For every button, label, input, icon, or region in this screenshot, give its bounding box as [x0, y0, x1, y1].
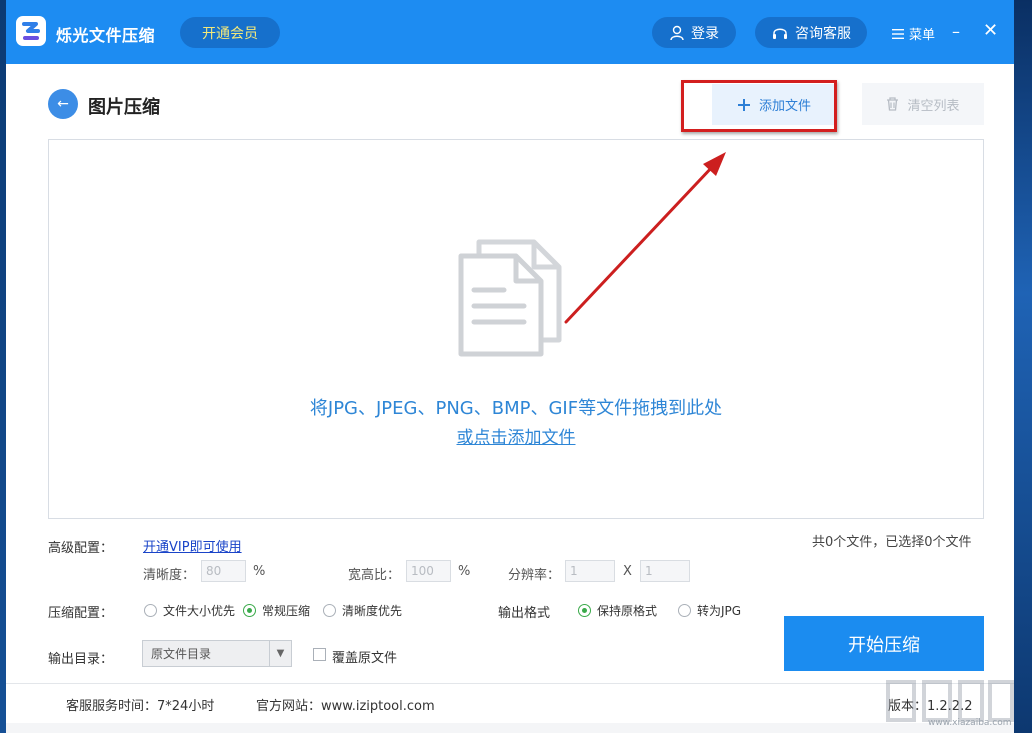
- title-bar: 烁光文件压缩 开通会员 登录 咨询客服 菜单 – ✕: [6, 0, 1014, 64]
- radio-normal-compress[interactable]: 常规压缩: [243, 602, 310, 619]
- desktop-background: [1014, 0, 1032, 733]
- app-window: 烁光文件压缩 开通会员 登录 咨询客服 菜单 – ✕ ← 图片压缩 添加文件 清…: [6, 0, 1014, 733]
- radio-size-priority[interactable]: 文件大小优先: [144, 602, 235, 619]
- resolution-separator: X: [623, 564, 632, 579]
- trash-icon: [887, 97, 899, 111]
- radio-label: 转为JPG: [697, 604, 742, 618]
- annotation-highlight-box: [681, 80, 837, 132]
- menu-button[interactable]: 菜单: [892, 24, 935, 43]
- dropdown-caret-icon: ▼: [269, 641, 291, 666]
- radio-dot-selected: [578, 604, 591, 617]
- back-button[interactable]: ←: [48, 89, 78, 119]
- radio-dot: [144, 604, 157, 617]
- radio-dot: [678, 604, 691, 617]
- login-label: 登录: [691, 25, 719, 42]
- website-text: 官方网站：www.iziptool.com: [256, 699, 435, 714]
- radio-label: 常规压缩: [262, 604, 311, 618]
- resolution-label: 分辨率：: [508, 568, 561, 583]
- output-dir-select[interactable]: 原文件目录 ▼: [142, 640, 292, 667]
- drop-add-link-row: 或点击添加文件: [49, 423, 983, 448]
- menu-label: 菜单: [909, 28, 936, 43]
- app-logo-icon: [16, 16, 46, 46]
- clear-list-label: 清空列表: [907, 98, 960, 114]
- output-dir-label: 输出目录：: [48, 652, 114, 667]
- file-drop-zone[interactable]: 将JPG、JPEG、PNG、BMP、GIF等文件拖拽到此处 或点击添加文件: [48, 139, 984, 519]
- open-vip-button[interactable]: 开通会员: [180, 17, 280, 48]
- clarity-input[interactable]: 80: [201, 560, 246, 582]
- radio-dot: [323, 604, 336, 617]
- radio-label: 清晰度优先: [342, 604, 403, 618]
- app-title: 烁光文件压缩: [56, 26, 156, 45]
- back-arrow-icon: ←: [57, 96, 69, 112]
- menu-icon: [892, 28, 904, 39]
- clarity-label: 清晰度：: [143, 568, 196, 583]
- document-icon: [458, 239, 562, 357]
- footer: 客服服务时间：7*24小时 官方网站：www.iziptool.com 版本：1…: [6, 683, 1014, 723]
- aspect-ratio-input[interactable]: 100: [406, 560, 451, 582]
- radio-label: 文件大小优先: [163, 604, 236, 618]
- headset-icon: [773, 28, 787, 39]
- service-label: 咨询客服: [795, 25, 851, 42]
- vip-unlock-link[interactable]: 开通VIP即可使用: [143, 536, 242, 555]
- radio-dot-selected: [243, 604, 256, 617]
- minimize-button[interactable]: –: [952, 22, 960, 41]
- overwrite-checkbox[interactable]: [313, 648, 326, 661]
- radio-convert-jpg[interactable]: 转为JPG: [678, 602, 741, 619]
- resolution-height-input[interactable]: 1: [640, 560, 690, 582]
- advanced-config-label: 高级配置：: [48, 541, 114, 556]
- output-dir-value: 原文件目录: [151, 647, 212, 661]
- close-button[interactable]: ✕: [983, 20, 998, 41]
- click-to-add-link[interactable]: 或点击添加文件: [457, 428, 576, 448]
- aspect-ratio-label: 宽高比：: [348, 568, 401, 583]
- compress-config-label: 压缩配置：: [48, 606, 114, 621]
- output-format-label: 输出格式: [498, 606, 551, 621]
- radio-keep-format[interactable]: 保持原格式: [578, 602, 657, 619]
- page-title: 图片压缩: [88, 97, 160, 118]
- service-time-text: 客服服务时间：7*24小时: [66, 699, 215, 714]
- window-bottom-edge: [6, 723, 1014, 733]
- resolution-width-input[interactable]: 1: [565, 560, 615, 582]
- start-compress-button[interactable]: 开始压缩: [784, 616, 984, 671]
- watermark-text: www.xiazaiba.com: [928, 718, 1012, 728]
- aspect-ratio-unit: %: [458, 564, 471, 579]
- login-button[interactable]: 登录: [652, 17, 736, 48]
- clarity-unit: %: [253, 564, 266, 579]
- radio-clarity-priority[interactable]: 清晰度优先: [323, 602, 402, 619]
- clear-list-button[interactable]: 清空列表: [862, 83, 984, 125]
- radio-label: 保持原格式: [597, 604, 658, 618]
- customer-service-button[interactable]: 咨询客服: [755, 17, 867, 48]
- drop-hint-text: 将JPG、JPEG、PNG、BMP、GIF等文件拖拽到此处: [309, 398, 723, 419]
- overwrite-label: 覆盖原文件: [332, 651, 398, 666]
- file-count-status: 共0个文件，已选择0个文件: [812, 535, 972, 550]
- user-icon: [670, 25, 684, 40]
